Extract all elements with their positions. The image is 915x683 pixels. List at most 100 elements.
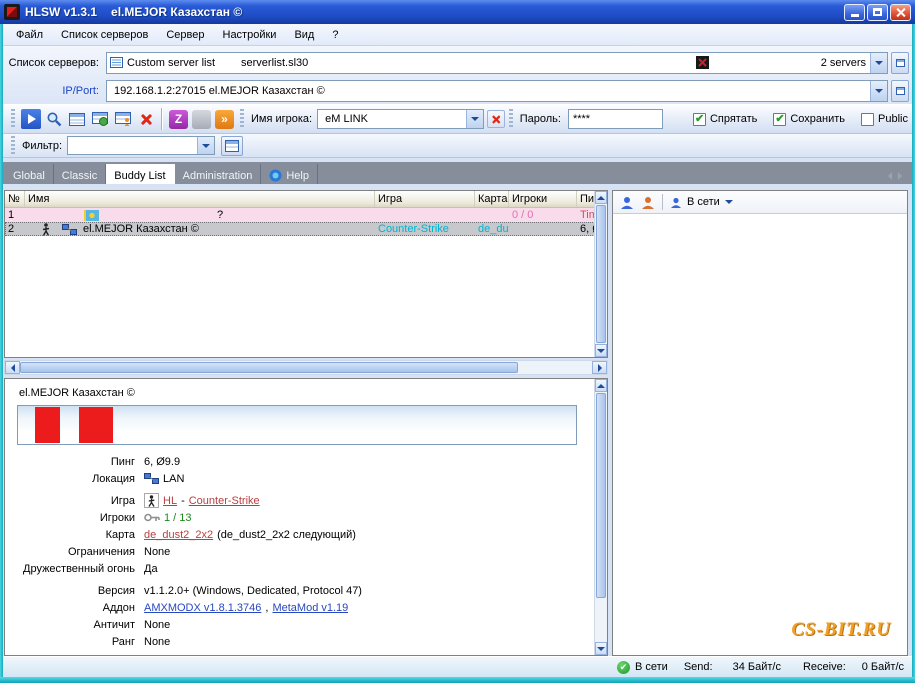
row-name: el.MEJOR Казахстан © xyxy=(83,223,199,235)
server-row[interactable]: 1 ? 0 / 0 Time xyxy=(5,208,607,222)
help-tab-icon xyxy=(269,169,282,182)
tab-global[interactable]: Global xyxy=(5,164,54,184)
filter-combo[interactable] xyxy=(67,136,216,155)
column-header-map[interactable]: Карта xyxy=(475,191,509,207)
scroll-right-button[interactable] xyxy=(592,361,607,374)
scroll-down-button[interactable] xyxy=(595,344,607,357)
ipport-combo[interactable]: 192.168.1.2:27015 el.MEJOR Казахстан © xyxy=(106,79,888,102)
serverlist-combo[interactable]: Custom server list serverlist.sl30 2 ser… xyxy=(106,51,888,74)
detail-restrictions-value: None xyxy=(144,545,171,558)
toolbar-grip[interactable] xyxy=(240,109,244,129)
game-link-hl[interactable]: HL xyxy=(163,495,177,507)
menu-item-file[interactable]: Файл xyxy=(7,26,52,44)
scroll-left-button[interactable] xyxy=(5,361,20,374)
serverlist-view-button[interactable] xyxy=(65,108,88,131)
checkbox-icon xyxy=(773,112,787,126)
serverlist-dropdown-button[interactable] xyxy=(870,52,887,73)
table-globe-icon xyxy=(91,112,108,126)
tab-administration[interactable]: Administration xyxy=(175,164,262,184)
close-button[interactable] xyxy=(890,3,911,21)
menu-item-serverlist[interactable]: Список серверов xyxy=(52,26,157,44)
toolbar-grip[interactable] xyxy=(11,109,15,129)
filter-dropdown-button[interactable] xyxy=(197,137,215,154)
tab-buddy-list[interactable]: Buddy List xyxy=(106,164,175,184)
buddy-panel: В сети CS-BIT.RU xyxy=(612,190,908,656)
scroll-thumb[interactable] xyxy=(20,362,518,373)
column-header-name[interactable]: Имя xyxy=(25,191,375,207)
menu-item-help[interactable]: ? xyxy=(323,26,347,44)
player-name-combo[interactable]: eM LINK xyxy=(317,109,484,129)
tab-scroll-right-icon[interactable] xyxy=(898,172,902,180)
minimize-button[interactable] xyxy=(844,3,865,21)
menu-item-server[interactable]: Сервер xyxy=(157,26,213,44)
server-count: 2 servers xyxy=(820,56,866,69)
table-icon xyxy=(225,139,240,152)
row-map: de_dust2_2x2 xyxy=(478,223,509,235)
red-x-icon xyxy=(139,113,152,126)
scroll-up-button[interactable] xyxy=(595,191,607,204)
grid-icon xyxy=(895,86,905,95)
delete-server-button[interactable] xyxy=(134,108,157,131)
detail-ping-value: 6, Ø9.9 xyxy=(144,455,181,468)
save-checkbox-label: Сохранить xyxy=(790,113,846,125)
filter-label: Фильтр: xyxy=(22,139,63,152)
table-vertical-scrollbar[interactable] xyxy=(594,191,607,357)
titlebar[interactable]: HLSW v1.3.1 el.MEJOR Казахстан © xyxy=(0,0,915,24)
scroll-thumb[interactable] xyxy=(596,205,606,343)
menu-item-settings[interactable]: Настройки xyxy=(214,26,286,44)
addon-link-amxmodx[interactable]: AMXMODX v1.8.1.3746 xyxy=(144,602,261,614)
refresh-search-button[interactable] xyxy=(42,108,65,131)
password-input[interactable] xyxy=(568,110,662,128)
toolbar-grip[interactable] xyxy=(508,109,513,129)
filter-grip[interactable] xyxy=(11,135,15,156)
table-horizontal-scrollbar[interactable] xyxy=(4,360,608,375)
scroll-track[interactable] xyxy=(20,361,592,374)
row-game: Counter-Strike xyxy=(378,223,449,235)
scroll-thumb[interactable] xyxy=(596,393,606,598)
serverlist-file: serverlist.sl30 xyxy=(241,56,309,69)
filter-settings-button[interactable] xyxy=(221,135,244,156)
purple-tool-button[interactable]: Z xyxy=(167,108,190,131)
scroll-up-button[interactable] xyxy=(595,379,607,392)
serverlist-manage-button[interactable] xyxy=(891,51,909,74)
player-name-dropdown-button[interactable] xyxy=(465,110,483,128)
tab-help[interactable]: Help xyxy=(261,164,318,184)
clear-player-name-button[interactable] xyxy=(486,110,505,128)
gray-tool-icon xyxy=(192,109,211,129)
save-checkbox[interactable]: Сохранить xyxy=(773,112,846,126)
map-link[interactable]: de_dust2_2x2 xyxy=(144,529,213,541)
server-row-selected[interactable]: 2 el.MEJOR Казахстан © Counter-Strike de… xyxy=(5,222,607,236)
buddy-blue-icon[interactable] xyxy=(620,196,634,209)
buddy-orange-icon[interactable] xyxy=(641,196,655,209)
app-icon xyxy=(4,4,20,20)
player-list-button[interactable] xyxy=(111,108,134,131)
detail-row-location: Локация LAN xyxy=(17,470,587,487)
tab-classic[interactable]: Classic xyxy=(54,164,107,184)
ipport-manage-button[interactable] xyxy=(891,79,909,102)
connect-button[interactable] xyxy=(19,108,42,131)
column-header-num[interactable]: № xyxy=(5,191,25,207)
hide-checkbox[interactable]: Спрятать xyxy=(692,112,758,126)
maximize-button[interactable] xyxy=(867,3,888,21)
scroll-down-button[interactable] xyxy=(595,642,607,655)
online-status-dropdown[interactable]: В сети xyxy=(670,196,733,208)
ipport-dropdown-button[interactable] xyxy=(870,80,887,101)
internet-list-button[interactable] xyxy=(88,108,111,131)
details-vertical-scrollbar[interactable] xyxy=(594,379,607,655)
public-checkbox[interactable]: Public xyxy=(861,112,908,126)
column-header-game[interactable]: Игра xyxy=(375,191,475,207)
game-link-mod[interactable]: Counter-Strike xyxy=(189,495,260,507)
tab-scroll-left-icon[interactable] xyxy=(888,172,892,180)
scroll-track[interactable] xyxy=(595,204,607,344)
ipport-value: 192.168.1.2:27015 el.MEJOR Казахстан © xyxy=(114,84,325,97)
hide-checkbox-label: Спрятать xyxy=(709,113,758,125)
column-header-players[interactable]: Игроки xyxy=(509,191,577,207)
password-field-wrap xyxy=(567,109,663,129)
gray-tool-button[interactable] xyxy=(190,108,213,131)
detail-label: Игроки xyxy=(99,511,135,524)
filter-input[interactable] xyxy=(68,139,198,152)
addon-link-metamod[interactable]: MetaMod v1.19 xyxy=(272,602,348,614)
orange-tool-button[interactable]: » xyxy=(213,108,236,131)
scroll-track[interactable] xyxy=(595,392,607,642)
menu-item-view[interactable]: Вид xyxy=(285,26,323,44)
